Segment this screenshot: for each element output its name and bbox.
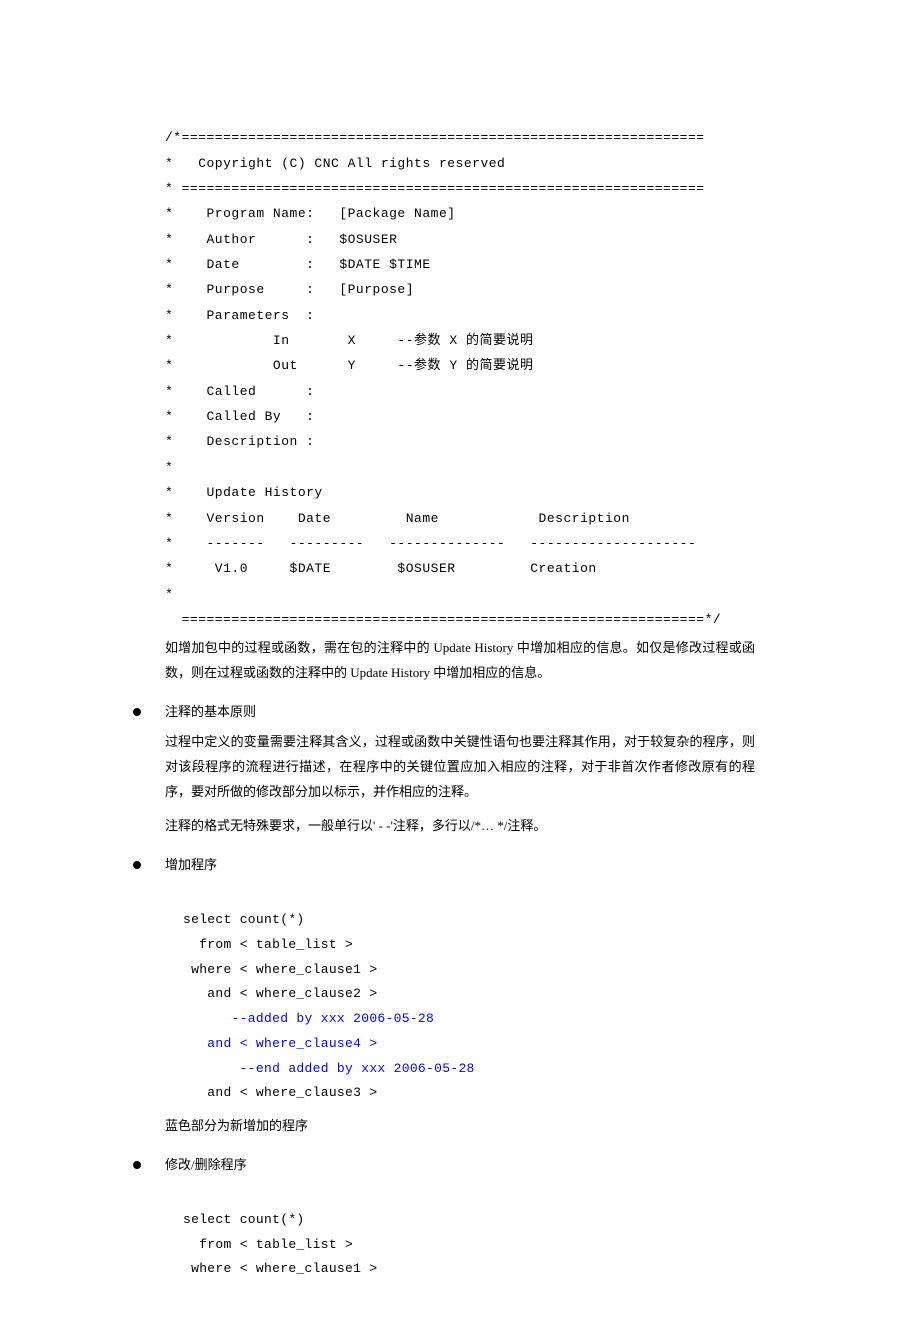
code-line: * Called By : (165, 409, 314, 424)
bullet-label: 修改/删除程序 (165, 1153, 247, 1178)
paragraph-principle: 过程中定义的变量需要注释其含义，过程或函数中关键性语句也要注释其作用，对于较复杂… (165, 730, 755, 804)
code-line: * Out Y --参数 Y 的简要说明 (165, 358, 533, 373)
code-line: * (165, 460, 173, 475)
code-line: where < where_clause1 > (183, 1261, 377, 1276)
code-line-added: --added by xxx 2006-05-28 (183, 1011, 434, 1026)
code-line: select count(*) (183, 1212, 305, 1227)
code-line-added: and < where_clause4 > (183, 1036, 377, 1051)
bullet-item: 修改/删除程序 (165, 1153, 755, 1178)
bullet-icon (133, 1161, 141, 1169)
code-line: * Version Date Name Description (165, 511, 630, 526)
paragraph-update-history: 如增加包中的过程或函数，需在包的注释中的 Update History 中增加相… (165, 636, 755, 685)
code-line: and < where_clause3 > (183, 1085, 377, 1100)
code-line: * V1.0 $DATE $OSUSER Creation (165, 561, 597, 576)
code-line: * Update History (165, 485, 323, 500)
paragraph-format: 注释的格式无特殊要求，一般单行以' - -'注释，多行以/*… */注释。 (165, 814, 755, 839)
bullet-item: 增加程序 (165, 853, 755, 878)
code-line: * Author : $OSUSER (165, 232, 397, 247)
code-line: /*======================================… (165, 130, 705, 145)
code-line: * Program Name: [Package Name] (165, 206, 456, 221)
code-line: * Copyright (C) CNC All rights reserved (165, 156, 505, 171)
code-line: * Parameters : (165, 308, 314, 323)
code-line: from < table_list > (183, 937, 353, 952)
bullet-item: 注释的基本原则 (165, 700, 755, 725)
code-line: where < where_clause1 > (183, 962, 377, 977)
code-line: * Purpose : [Purpose] (165, 282, 414, 297)
code-line: * Date : $DATE $TIME (165, 257, 431, 272)
code-line: select count(*) (183, 912, 305, 927)
add-program-code-block: select count(*) from < table_list > wher… (183, 884, 755, 1106)
code-line: * Description : (165, 434, 314, 449)
code-line: * In X --参数 X 的简要说明 (165, 333, 533, 348)
bullet-label: 注释的基本原则 (165, 700, 256, 725)
code-line: * ------- --------- -------------- -----… (165, 536, 696, 551)
code-line: * (165, 587, 173, 602)
code-line-added: --end added by xxx 2006-05-28 (183, 1061, 475, 1076)
bullet-label: 增加程序 (165, 853, 217, 878)
paragraph-blue-note: 蓝色部分为新增加的程序 (165, 1114, 755, 1139)
bullet-icon (133, 708, 141, 716)
bullet-icon (133, 861, 141, 869)
code-line: * ======================================… (165, 181, 705, 196)
modify-delete-code-block: select count(*) from < table_list > wher… (183, 1183, 755, 1282)
code-line: * Called : (165, 384, 314, 399)
code-line: ========================================… (165, 612, 721, 627)
code-line: and < where_clause2 > (183, 986, 377, 1001)
code-line: from < table_list > (183, 1237, 353, 1252)
comment-header-block: /*======================================… (165, 100, 755, 632)
